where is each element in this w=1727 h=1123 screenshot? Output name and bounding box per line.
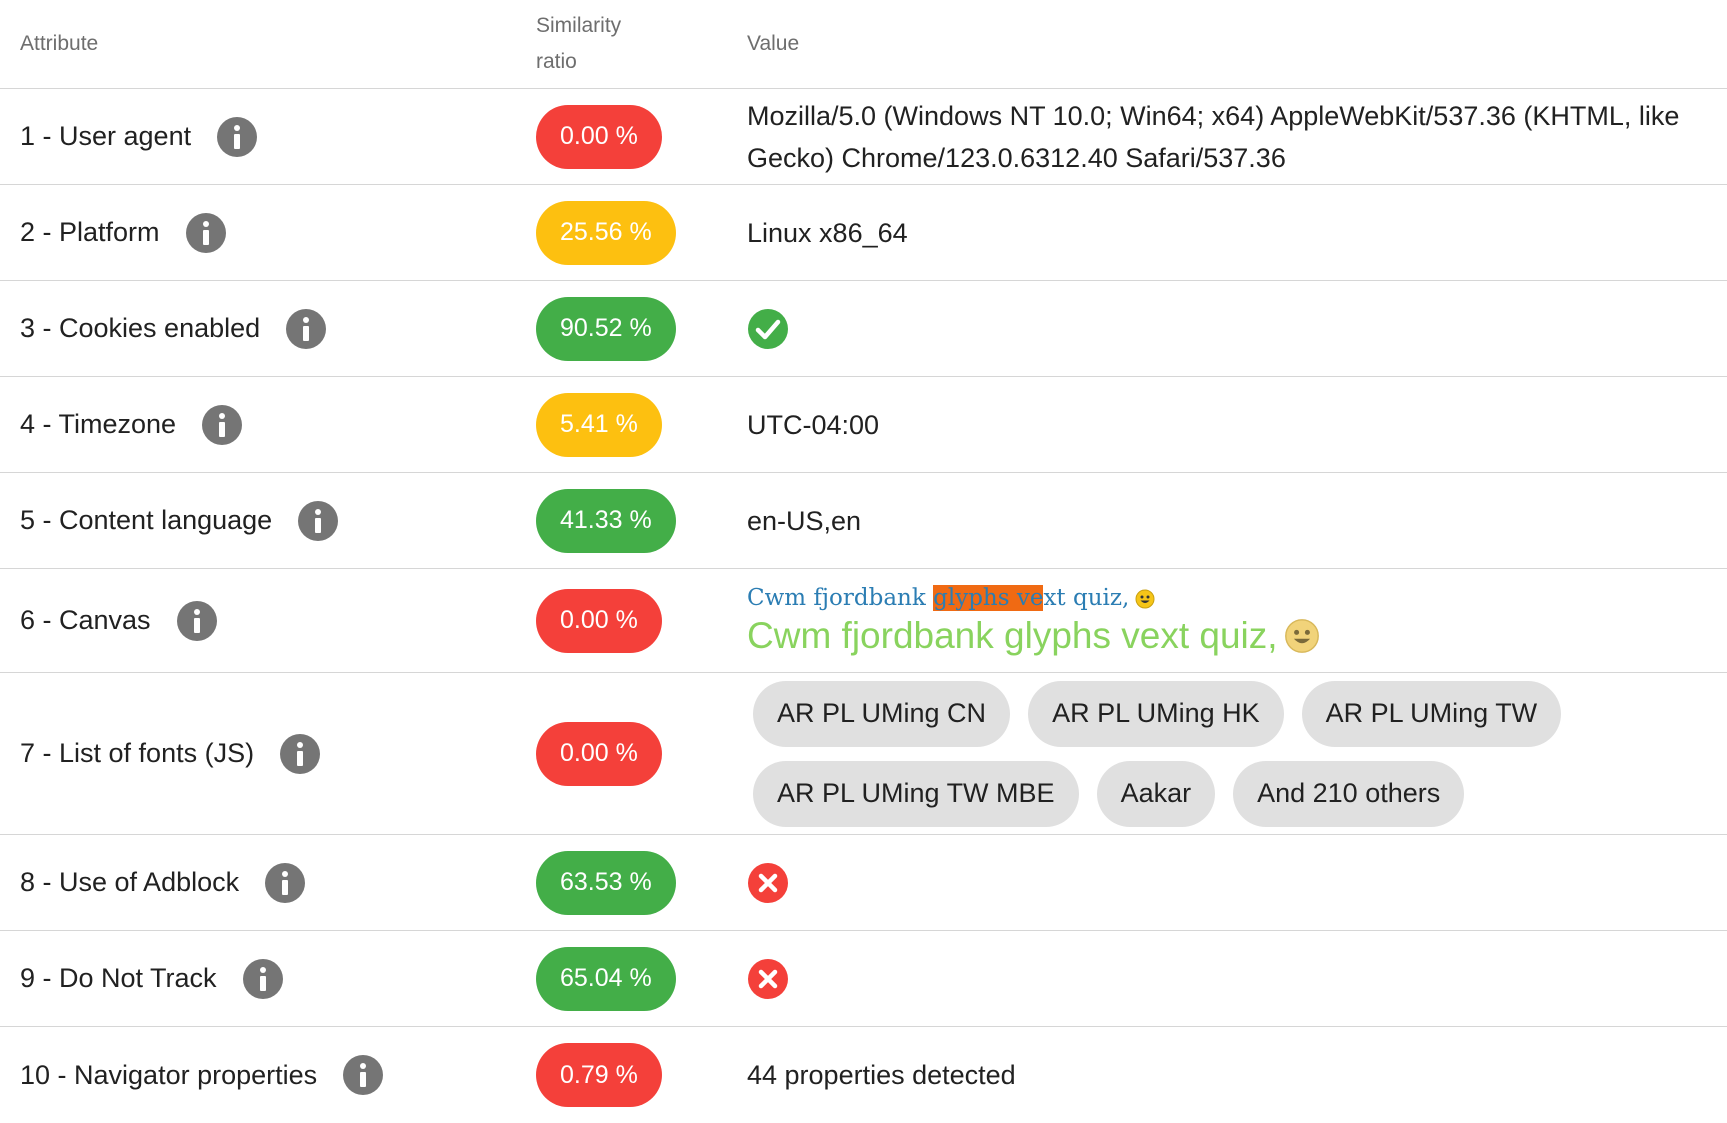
info-icon[interactable]	[242, 958, 283, 999]
table-row-adblock: 8 - Use of Adblock 63.53 %	[0, 835, 1727, 931]
cross-circle-icon	[748, 862, 788, 903]
header-attribute: Attribute	[20, 32, 99, 55]
canvas-preview: Cwm fjordbank glyphs vext quiz, Cwm fjor…	[747, 584, 1727, 657]
info-icon[interactable]	[217, 116, 258, 157]
attribute-label: 9 - Do Not Track	[20, 963, 217, 993]
timezone-value: UTC-04:00	[747, 409, 880, 440]
check-circle-icon	[748, 308, 788, 349]
info-icon[interactable]	[298, 500, 339, 541]
attribute-label: 7 - List of fonts (JS)	[20, 738, 255, 768]
font-chip-more[interactable]: And 210 others	[1233, 760, 1465, 827]
font-chip-list: AR PL UMing CN AR PL UMing HK AR PL UMin…	[747, 680, 1653, 827]
info-icon[interactable]	[176, 600, 217, 641]
attribute-label: 6 - Canvas	[20, 605, 151, 635]
cross-circle-icon	[748, 958, 788, 999]
similarity-badge: 0.00 %	[536, 721, 662, 786]
header-value: Value	[747, 32, 800, 55]
content-language-value: en-US,en	[747, 505, 862, 536]
attribute-label: 3 - Cookies enabled	[20, 313, 261, 343]
similarity-badge: 5.41 %	[536, 392, 662, 457]
user-agent-value: Mozilla/5.0 (Windows NT 10.0; Win64; x64…	[747, 100, 1680, 173]
table-row-canvas: 6 - Canvas 0.00 % Cwm fjordbank glyphs v…	[0, 569, 1727, 673]
font-chip[interactable]: AR PL UMing HK	[1028, 680, 1284, 747]
similarity-badge: 63.53 %	[536, 850, 676, 915]
navigator-value: 44 properties detected	[747, 1060, 1016, 1090]
table-row-cookies: 3 - Cookies enabled 90.52 %	[0, 281, 1727, 377]
similarity-badge: 90.52 %	[536, 296, 676, 361]
similarity-badge: 41.33 %	[536, 488, 676, 553]
font-chip[interactable]: AR PL UMing TW	[1301, 680, 1562, 747]
similarity-badge: 0.00 %	[536, 104, 662, 169]
similarity-badge: 0.00 %	[536, 588, 662, 653]
header-similarity: Similarity	[536, 14, 622, 37]
similarity-badge: 0.79 %	[536, 1043, 662, 1107]
attribute-label: 5 - Content language	[20, 505, 273, 535]
fingerprint-table: Attribute Similarity ratio Value 1 - Use…	[0, 0, 1727, 1123]
canvas-text-large: Cwm fjordbank glyphs vext quiz,	[747, 615, 1717, 657]
table-row-fonts: 7 - List of fonts (JS) 0.00 % AR PL UMin…	[0, 673, 1727, 835]
header-ratio: ratio	[536, 50, 577, 73]
attribute-label: 2 - Platform	[20, 217, 160, 247]
table-row-content-language: 5 - Content language 41.33 % en-US,en	[0, 473, 1727, 569]
table-row-navigator: 10 - Navigator properties 0.79 % 44 prop…	[0, 1027, 1727, 1123]
info-icon[interactable]	[202, 404, 243, 445]
info-icon[interactable]	[185, 212, 226, 253]
table-row-do-not-track: 9 - Do Not Track 65.04 %	[0, 931, 1727, 1027]
font-chip[interactable]: AR PL UMing CN	[753, 680, 1011, 747]
info-icon[interactable]	[280, 733, 321, 774]
info-icon[interactable]	[265, 862, 306, 903]
platform-value: Linux x86_64	[747, 217, 908, 248]
table-row-timezone: 4 - Timezone 5.41 % UTC-04:00	[0, 377, 1727, 473]
table-row-platform: 2 - Platform 25.56 % Linux x86_64	[0, 185, 1727, 281]
table-header: Attribute Similarity ratio Value	[0, 0, 1727, 89]
attribute-label: 8 - Use of Adblock	[20, 867, 240, 897]
font-chip[interactable]: AR PL UMing TW MBE	[753, 760, 1079, 827]
info-icon[interactable]	[343, 1055, 384, 1095]
smiley-icon	[1284, 618, 1319, 653]
attribute-label: 1 - User agent	[20, 121, 192, 151]
attribute-label: 10 - Navigator properties	[20, 1059, 318, 1090]
info-icon[interactable]	[286, 308, 327, 349]
similarity-badge: 25.56 %	[536, 200, 676, 265]
canvas-text-small: Cwm fjordbank glyphs vext quiz,	[747, 584, 1155, 611]
similarity-badge: 65.04 %	[536, 946, 676, 1011]
font-chip[interactable]: Aakar	[1096, 760, 1216, 827]
attribute-label: 4 - Timezone	[20, 409, 177, 439]
smiley-icon	[1135, 589, 1155, 608]
table-row-user-agent: 1 - User agent 0.00 % Mozilla/5.0 (Windo…	[0, 89, 1727, 185]
